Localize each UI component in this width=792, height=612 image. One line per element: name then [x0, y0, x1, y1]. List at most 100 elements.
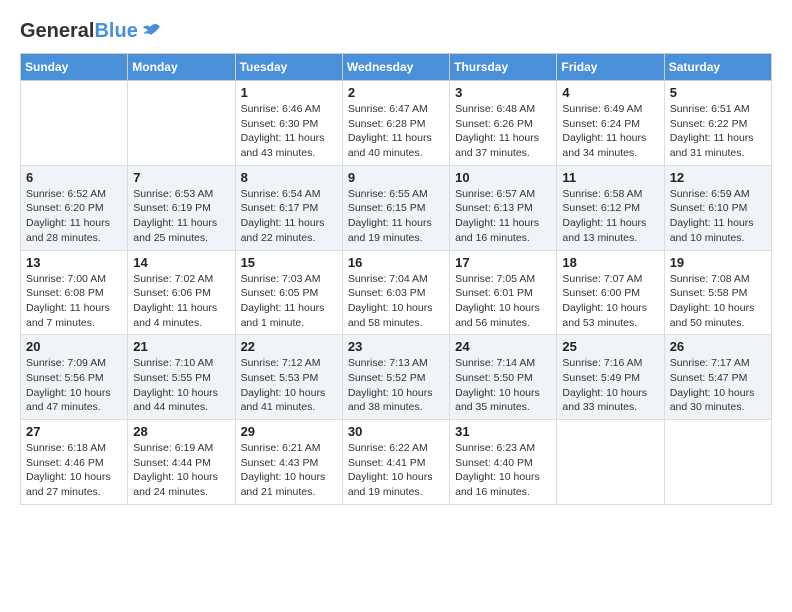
calendar-week-row: 13 Sunrise: 7:00 AM Sunset: 6:08 PM Dayli… [21, 250, 772, 335]
day-info: Sunrise: 6:53 AM Sunset: 6:19 PM Dayligh… [133, 187, 229, 246]
weekday-header-saturday: Saturday [664, 54, 771, 81]
day-info: Sunrise: 7:00 AM Sunset: 6:08 PM Dayligh… [26, 272, 122, 331]
day-number: 27 [26, 424, 122, 439]
day-number: 25 [562, 339, 658, 354]
day-info: Sunrise: 7:03 AM Sunset: 6:05 PM Dayligh… [241, 272, 337, 331]
day-info: Sunrise: 7:02 AM Sunset: 6:06 PM Dayligh… [133, 272, 229, 331]
weekday-header-thursday: Thursday [450, 54, 557, 81]
day-info: Sunrise: 7:07 AM Sunset: 6:00 PM Dayligh… [562, 272, 658, 331]
day-number: 12 [670, 170, 766, 185]
day-info: Sunrise: 6:59 AM Sunset: 6:10 PM Dayligh… [670, 187, 766, 246]
calendar-table: SundayMondayTuesdayWednesdayThursdayFrid… [20, 53, 772, 505]
day-number: 2 [348, 85, 444, 100]
day-number: 13 [26, 255, 122, 270]
calendar-cell: 14 Sunrise: 7:02 AM Sunset: 6:06 PM Dayli… [128, 250, 235, 335]
calendar-cell: 12 Sunrise: 6:59 AM Sunset: 6:10 PM Dayli… [664, 165, 771, 250]
calendar-cell [21, 81, 128, 166]
calendar-cell: 30 Sunrise: 6:22 AM Sunset: 4:41 PM Dayli… [342, 420, 449, 505]
day-number: 16 [348, 255, 444, 270]
calendar-cell: 15 Sunrise: 7:03 AM Sunset: 6:05 PM Dayli… [235, 250, 342, 335]
day-info: Sunrise: 6:18 AM Sunset: 4:46 PM Dayligh… [26, 441, 122, 500]
calendar-cell: 2 Sunrise: 6:47 AM Sunset: 6:28 PM Daylig… [342, 81, 449, 166]
day-info: Sunrise: 7:09 AM Sunset: 5:56 PM Dayligh… [26, 356, 122, 415]
day-number: 4 [562, 85, 658, 100]
day-info: Sunrise: 6:52 AM Sunset: 6:20 PM Dayligh… [26, 187, 122, 246]
day-info: Sunrise: 7:17 AM Sunset: 5:47 PM Dayligh… [670, 356, 766, 415]
calendar-cell: 4 Sunrise: 6:49 AM Sunset: 6:24 PM Daylig… [557, 81, 664, 166]
calendar-week-row: 1 Sunrise: 6:46 AM Sunset: 6:30 PM Daylig… [21, 81, 772, 166]
day-info: Sunrise: 7:04 AM Sunset: 6:03 PM Dayligh… [348, 272, 444, 331]
day-number: 22 [241, 339, 337, 354]
day-number: 14 [133, 255, 229, 270]
day-number: 17 [455, 255, 551, 270]
calendar-header-row: SundayMondayTuesdayWednesdayThursdayFrid… [21, 54, 772, 81]
calendar-cell: 8Sunrise: 6:54 AM Sunset: 6:17 PM Daylig… [235, 165, 342, 250]
day-info: Sunrise: 7:05 AM Sunset: 6:01 PM Dayligh… [455, 272, 551, 331]
day-number: 21 [133, 339, 229, 354]
calendar-cell: 1 Sunrise: 6:46 AM Sunset: 6:30 PM Daylig… [235, 81, 342, 166]
day-number: 28 [133, 424, 229, 439]
day-info: Sunrise: 7:10 AM Sunset: 5:55 PM Dayligh… [133, 356, 229, 415]
day-info: Sunrise: 6:57 AM Sunset: 6:13 PM Dayligh… [455, 187, 551, 246]
weekday-header-friday: Friday [557, 54, 664, 81]
day-number: 20 [26, 339, 122, 354]
day-number: 29 [241, 424, 337, 439]
calendar-cell: 3 Sunrise: 6:48 AM Sunset: 6:26 PM Daylig… [450, 81, 557, 166]
calendar-cell: 22 Sunrise: 7:12 AM Sunset: 5:53 PM Dayli… [235, 335, 342, 420]
day-number: 19 [670, 255, 766, 270]
day-number: 31 [455, 424, 551, 439]
day-number: 23 [348, 339, 444, 354]
calendar-cell: 25 Sunrise: 7:16 AM Sunset: 5:49 PM Dayli… [557, 335, 664, 420]
day-info: Sunrise: 6:48 AM Sunset: 6:26 PM Dayligh… [455, 102, 551, 161]
calendar-cell: 23Sunrise: 7:13 AM Sunset: 5:52 PM Dayli… [342, 335, 449, 420]
calendar-cell [128, 81, 235, 166]
day-number: 15 [241, 255, 337, 270]
day-info: Sunrise: 7:08 AM Sunset: 5:58 PM Dayligh… [670, 272, 766, 331]
calendar-week-row: 20 Sunrise: 7:09 AM Sunset: 5:56 PM Dayli… [21, 335, 772, 420]
day-info: Sunrise: 6:47 AM Sunset: 6:28 PM Dayligh… [348, 102, 444, 161]
day-info: Sunrise: 6:49 AM Sunset: 6:24 PM Dayligh… [562, 102, 658, 161]
calendar-cell: 13 Sunrise: 7:00 AM Sunset: 6:08 PM Dayli… [21, 250, 128, 335]
calendar-cell: 29 Sunrise: 6:21 AM Sunset: 4:43 PM Dayli… [235, 420, 342, 505]
day-number: 11 [562, 170, 658, 185]
calendar-cell: 28Sunrise: 6:19 AM Sunset: 4:44 PM Dayli… [128, 420, 235, 505]
day-number: 5 [670, 85, 766, 100]
logo-bird-icon [140, 21, 162, 43]
day-number: 26 [670, 339, 766, 354]
weekday-header-monday: Monday [128, 54, 235, 81]
calendar-cell: 5 Sunrise: 6:51 AM Sunset: 6:22 PM Daylig… [664, 81, 771, 166]
day-info: Sunrise: 7:12 AM Sunset: 5:53 PM Dayligh… [241, 356, 337, 415]
weekday-header-tuesday: Tuesday [235, 54, 342, 81]
calendar-cell: 27 Sunrise: 6:18 AM Sunset: 4:46 PM Dayli… [21, 420, 128, 505]
day-number: 1 [241, 85, 337, 100]
calendar-cell: 18 Sunrise: 7:07 AM Sunset: 6:00 PM Dayli… [557, 250, 664, 335]
page-header: GeneralBlue [20, 20, 772, 43]
day-info: Sunrise: 6:46 AM Sunset: 6:30 PM Dayligh… [241, 102, 337, 161]
weekday-header-sunday: Sunday [21, 54, 128, 81]
calendar-cell: 9 Sunrise: 6:55 AM Sunset: 6:15 PM Daylig… [342, 165, 449, 250]
calendar-cell: 6 Sunrise: 6:52 AM Sunset: 6:20 PM Daylig… [21, 165, 128, 250]
day-number: 30 [348, 424, 444, 439]
day-info: Sunrise: 6:51 AM Sunset: 6:22 PM Dayligh… [670, 102, 766, 161]
logo-general-text: GeneralBlue [20, 20, 138, 43]
calendar-cell: 21 Sunrise: 7:10 AM Sunset: 5:55 PM Dayli… [128, 335, 235, 420]
day-info: Sunrise: 7:16 AM Sunset: 5:49 PM Dayligh… [562, 356, 658, 415]
weekday-header-wednesday: Wednesday [342, 54, 449, 81]
day-number: 6 [26, 170, 122, 185]
day-info: Sunrise: 7:14 AM Sunset: 5:50 PM Dayligh… [455, 356, 551, 415]
day-number: 7 [133, 170, 229, 185]
day-number: 24 [455, 339, 551, 354]
day-number: 18 [562, 255, 658, 270]
calendar-cell: 10Sunrise: 6:57 AM Sunset: 6:13 PM Dayli… [450, 165, 557, 250]
logo: GeneralBlue [20, 20, 162, 43]
day-number: 9 [348, 170, 444, 185]
calendar-cell: 11Sunrise: 6:58 AM Sunset: 6:12 PM Dayli… [557, 165, 664, 250]
calendar-cell: 20 Sunrise: 7:09 AM Sunset: 5:56 PM Dayli… [21, 335, 128, 420]
day-info: Sunrise: 6:23 AM Sunset: 4:40 PM Dayligh… [455, 441, 551, 500]
day-info: Sunrise: 6:55 AM Sunset: 6:15 PM Dayligh… [348, 187, 444, 246]
day-number: 3 [455, 85, 551, 100]
day-info: Sunrise: 6:22 AM Sunset: 4:41 PM Dayligh… [348, 441, 444, 500]
calendar-cell: 31 Sunrise: 6:23 AM Sunset: 4:40 PM Dayli… [450, 420, 557, 505]
calendar-cell: 24 Sunrise: 7:14 AM Sunset: 5:50 PM Dayli… [450, 335, 557, 420]
day-info: Sunrise: 6:21 AM Sunset: 4:43 PM Dayligh… [241, 441, 337, 500]
